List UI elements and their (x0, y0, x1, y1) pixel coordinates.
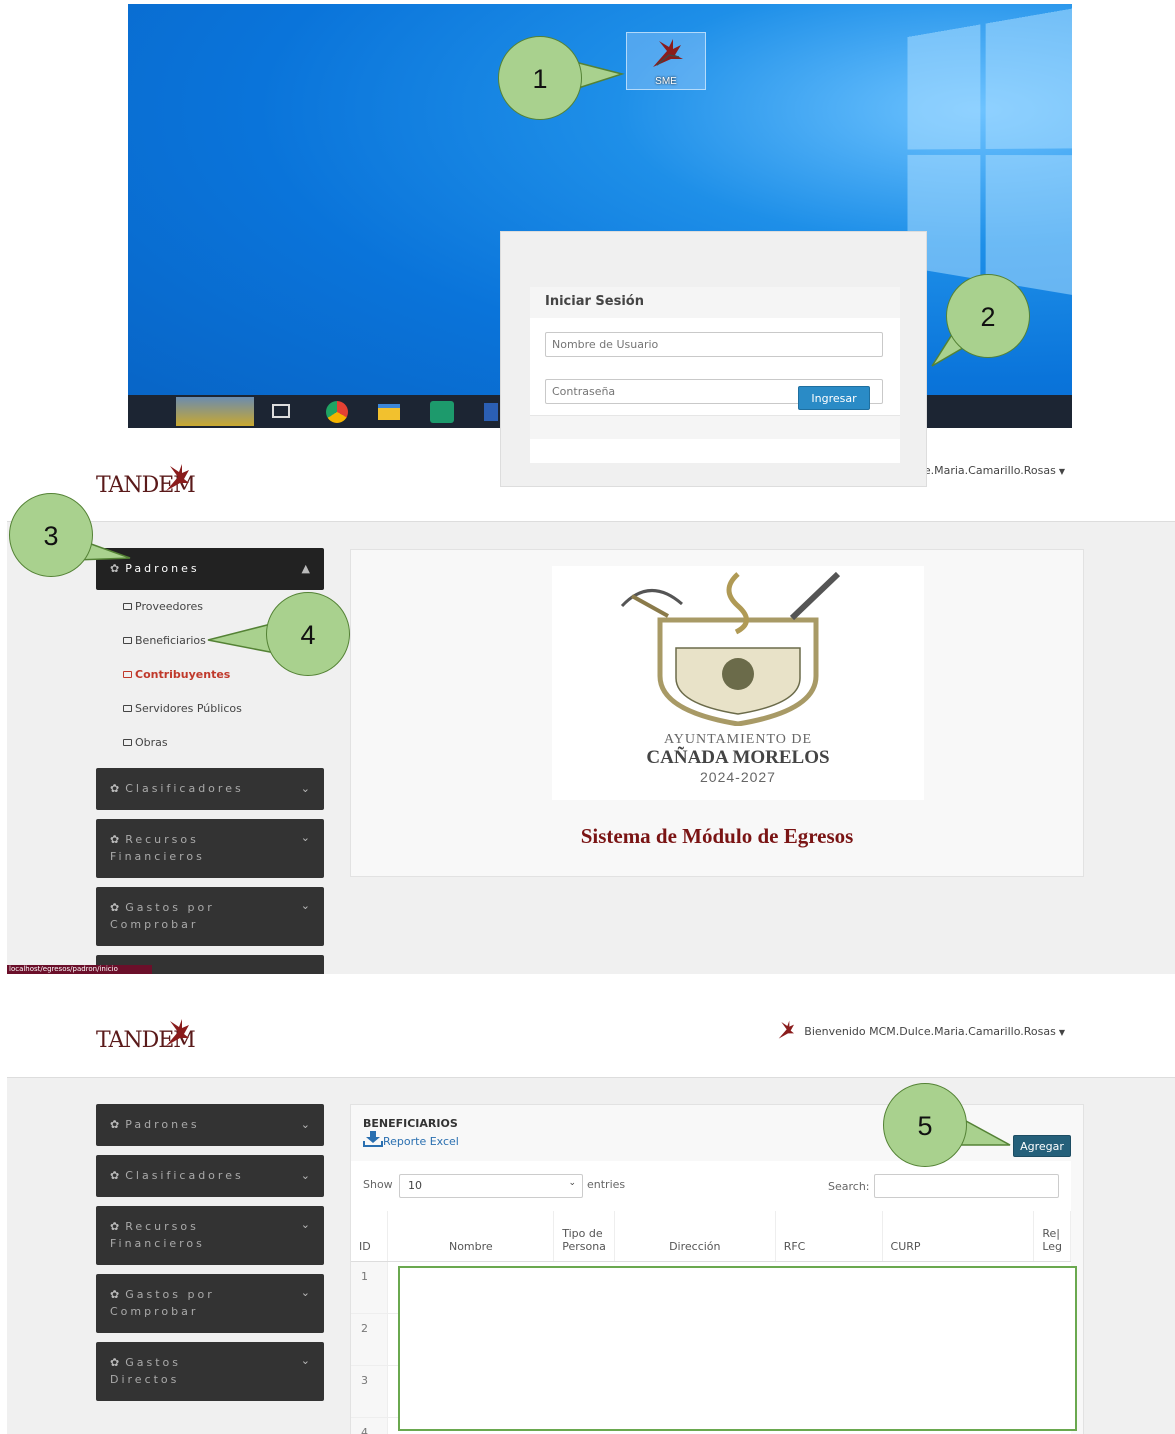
callout-2: 2 (946, 274, 1030, 358)
callout-4: 4 (266, 592, 350, 676)
callout-pointers (75, 61, 1011, 1146)
callout-3: 3 (9, 493, 93, 577)
callout-4-pointer (207, 622, 276, 654)
callout-1: 1 (498, 36, 582, 120)
callout-5: 5 (883, 1083, 967, 1167)
